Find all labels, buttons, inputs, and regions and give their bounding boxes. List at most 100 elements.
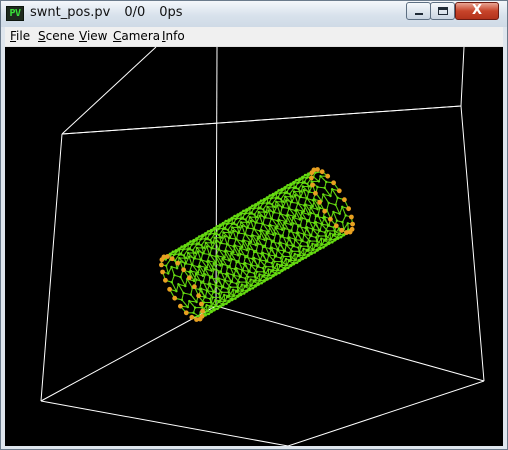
carbon-atom — [182, 248, 185, 251]
carbon-atom — [269, 247, 272, 250]
carbon-atom — [270, 270, 273, 273]
end-atom — [309, 170, 315, 176]
carbon-atom — [282, 255, 285, 258]
carbon-atom — [280, 187, 283, 191]
menu-view[interactable]: View — [79, 29, 107, 43]
carbon-atom — [225, 302, 228, 305]
carbon-atom — [217, 271, 220, 274]
bond — [188, 256, 193, 266]
box-edge — [287, 380, 485, 446]
carbon-atom — [260, 252, 263, 255]
carbon-atom — [254, 203, 257, 206]
menu-info-label: nfo — [165, 29, 185, 43]
carbon-atom — [293, 194, 297, 197]
carbon-atom — [302, 210, 306, 213]
carbon-atom — [305, 197, 308, 200]
carbon-atom — [283, 192, 287, 195]
app-icon[interactable]: PV — [6, 6, 24, 21]
box-edge — [215, 305, 485, 382]
end-atom — [333, 223, 339, 229]
carbon-atom — [255, 221, 258, 224]
carbon-atom — [182, 254, 186, 257]
carbon-atom — [254, 244, 258, 247]
end-atom — [350, 221, 355, 227]
carbon-atom — [196, 250, 200, 253]
3d-viewport[interactable] — [5, 47, 503, 446]
carbon-atom — [294, 215, 297, 218]
carbon-atom — [204, 238, 207, 241]
carbon-atom — [265, 277, 269, 280]
carbon-atom — [252, 280, 255, 283]
end-atom — [159, 257, 165, 263]
bond — [250, 220, 255, 230]
carbon-atom — [205, 289, 209, 292]
carbon-atom — [274, 232, 277, 235]
carbon-atom — [241, 216, 244, 219]
carbon-atom — [214, 298, 217, 302]
carbon-atom — [305, 249, 308, 252]
carbon-atom — [311, 228, 314, 231]
carbon-atom — [288, 251, 291, 254]
carbon-atom — [175, 267, 179, 270]
carbon-atom — [289, 264, 293, 268]
carbon-atom — [298, 250, 301, 253]
carbon-atom — [211, 246, 214, 250]
carbon-atom — [284, 195, 287, 198]
close-button[interactable]: X — [455, 2, 499, 20]
carbon-atom — [301, 239, 304, 242]
carbon-atom — [329, 194, 332, 198]
carbon-atom — [293, 238, 297, 241]
carbon-atom — [237, 254, 240, 257]
menu-info[interactable]: Info — [162, 29, 185, 43]
end-atom — [186, 275, 192, 281]
carbon-atom — [254, 285, 257, 288]
carbon-atom — [210, 269, 213, 272]
menu-file[interactable]: File — [10, 29, 30, 43]
maximize-button[interactable] — [430, 2, 455, 20]
carbon-atom — [252, 250, 256, 254]
carbon-atom — [230, 258, 233, 261]
carbon-atom — [285, 199, 288, 202]
carbon-atom — [316, 249, 319, 252]
carbon-atom — [331, 241, 334, 244]
carbon-atom — [336, 196, 339, 199]
carbon-atom — [201, 233, 204, 237]
carbon-atom — [257, 207, 260, 210]
end-atom — [325, 173, 331, 179]
carbon-atom — [306, 241, 309, 244]
carbon-atom — [274, 226, 277, 230]
carbon-atom — [280, 260, 283, 263]
menu-camera[interactable]: Camera — [113, 29, 160, 43]
carbon-atom — [246, 275, 250, 279]
nanotube-atoms — [160, 168, 354, 321]
carbon-atom — [277, 242, 281, 245]
carbon-atom — [321, 243, 324, 246]
carbon-atom — [291, 216, 295, 219]
menu-scene-label: cene — [45, 29, 75, 43]
carbon-atom — [243, 292, 246, 295]
menu-scene[interactable]: Scene — [38, 29, 75, 43]
carbon-atom — [316, 243, 319, 246]
carbon-atom — [266, 202, 269, 205]
carbon-atom — [272, 274, 275, 278]
carbon-atom — [304, 226, 307, 230]
minimize-button[interactable] — [406, 2, 431, 20]
carbon-atom — [262, 208, 265, 211]
carbon-atom — [331, 234, 335, 237]
carbon-atom — [256, 236, 259, 240]
carbon-atom — [189, 293, 192, 296]
carbon-atom — [334, 239, 337, 242]
title-bar[interactable]: PV swnt_pos.pv 0/0 0ps X — [1, 1, 507, 27]
bond — [165, 265, 169, 274]
carbon-atom — [320, 237, 323, 240]
carbon-atom — [244, 218, 247, 221]
carbon-atom — [212, 268, 216, 271]
carbon-atom — [240, 212, 243, 215]
carbon-atom — [217, 227, 220, 230]
carbon-atom — [332, 210, 335, 214]
end-atom — [199, 301, 204, 307]
carbon-atom — [301, 181, 304, 185]
carbon-atom — [233, 267, 237, 271]
carbon-atom — [257, 282, 260, 285]
carbon-atom — [293, 252, 296, 256]
